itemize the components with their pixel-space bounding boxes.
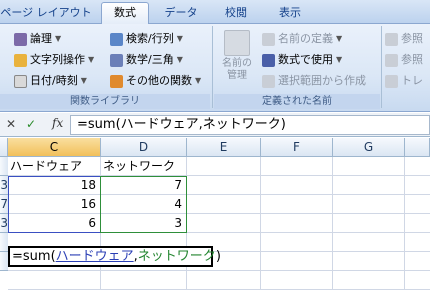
trace-precedents-button[interactable]: 参照	[385, 30, 423, 48]
formula-ref-hardware[interactable]: ハードウェア	[56, 249, 134, 264]
text-button[interactable]: 文字列操作 ▼	[14, 51, 94, 69]
gridline	[8, 270, 430, 271]
trace-precedents-label: 参照	[401, 32, 423, 45]
row-header[interactable]	[0, 157, 8, 176]
gridline	[404, 157, 405, 290]
group-divider	[212, 26, 213, 108]
lookup-label: 検索/行列	[126, 32, 174, 45]
tab-page-layout[interactable]: ページ レイアウト	[0, 4, 92, 24]
calendar-icon	[14, 74, 27, 88]
insert-function-icon[interactable]: fx	[52, 116, 63, 130]
range-highlight-network	[100, 176, 187, 233]
ribbon-tab-bar: ページ レイアウト 数式 データ 校閲 表示	[0, 0, 430, 25]
more-functions-label: その他の関数	[126, 74, 192, 87]
gridline	[260, 157, 261, 290]
lookup-reference-button[interactable]: 検索/行列 ▼	[110, 30, 183, 48]
date-time-label: 日付/時刻	[30, 74, 78, 87]
create-from-selection-button[interactable]: 選択範囲から作成	[262, 72, 366, 90]
row-header[interactable]: 3	[0, 214, 8, 233]
gridline	[332, 157, 333, 290]
trace-precedents-icon	[385, 32, 398, 46]
more-functions-button[interactable]: その他の関数 ▼	[110, 72, 201, 90]
remove-arrows-label: トレ	[401, 74, 423, 87]
column-header-c[interactable]: C	[8, 138, 101, 157]
use-in-formula-label: 数式で使用	[278, 53, 333, 66]
lookup-icon	[110, 32, 123, 46]
row-header[interactable]	[0, 252, 8, 271]
row-header[interactable]	[0, 233, 8, 252]
trace-dependents-icon	[385, 53, 398, 67]
use-in-formula-button[interactable]: 数式で使用 ▼	[262, 51, 342, 69]
name-manager-label: 名前の管理	[222, 58, 252, 81]
chevron-down-icon: ▼	[336, 55, 343, 64]
text-icon	[14, 53, 27, 67]
chevron-down-icon: ▼	[80, 76, 87, 85]
use-in-formula-icon	[262, 53, 275, 67]
book-icon	[14, 32, 27, 46]
cancel-icon[interactable]: ✕	[6, 117, 16, 131]
text-label: 文字列操作	[30, 53, 85, 66]
formula-ref-network[interactable]: ネットワーク	[138, 249, 216, 264]
cell-header-network[interactable]: ネットワーク	[103, 157, 187, 176]
tab-review[interactable]: 校閲	[212, 4, 260, 24]
remove-arrows-button[interactable]: トレ	[385, 72, 423, 90]
define-name-label: 名前の定義	[278, 32, 333, 45]
define-name-button[interactable]: 名前の定義 ▼	[262, 30, 342, 48]
chevron-down-icon: ▼	[88, 55, 95, 64]
ribbon-panel: 論理 ▼ 文字列操作 ▼ 日付/時刻 ▼ 検索/行列 ▼ 数学/三角 ▼ その他…	[0, 24, 430, 112]
logical-button[interactable]: 論理 ▼	[14, 30, 61, 48]
column-header-next[interactable]	[405, 138, 430, 157]
logical-label: 論理	[30, 32, 52, 45]
chevron-down-icon: ▼	[176, 34, 183, 43]
trace-dependents-label: 参照	[401, 53, 423, 66]
chevron-down-icon: ▼	[176, 55, 183, 64]
column-header-e[interactable]: E	[187, 138, 261, 157]
define-name-icon	[262, 32, 275, 46]
formula-prefix: =sum(	[12, 249, 56, 264]
enter-icon[interactable]: ✓	[26, 117, 36, 131]
function-library-group-label: 関数ライブラリ	[0, 94, 210, 109]
chevron-down-icon: ▼	[195, 76, 202, 85]
chevron-down-icon: ▼	[55, 34, 62, 43]
column-header-d[interactable]: D	[101, 138, 187, 157]
cell-header-hardware[interactable]: ハードウェア	[10, 157, 100, 176]
active-cell-editor[interactable]: =sum(ハードウェア,ネットワーク)	[8, 246, 221, 267]
range-highlight-hardware	[8, 176, 101, 233]
formula-input[interactable]: =sum(ハードウェア,ネットワーク)	[70, 115, 430, 135]
name-manager-button[interactable]: 名前の管理	[218, 28, 256, 90]
math-label: 数学/三角	[126, 53, 174, 66]
name-manager-icon	[224, 30, 250, 56]
column-header-g[interactable]: G	[333, 138, 405, 157]
tab-data[interactable]: データ	[157, 4, 205, 24]
row-header[interactable]: 7	[0, 195, 8, 214]
trace-dependents-button[interactable]: 参照	[385, 51, 423, 69]
column-header-f[interactable]: F	[261, 138, 333, 157]
tab-formulas[interactable]: 数式	[101, 2, 149, 25]
formula-suffix: )	[215, 249, 221, 264]
chevron-down-icon: ▼	[336, 34, 343, 43]
more-functions-icon	[110, 74, 123, 88]
formula-bar: ✕ ✓ fx =sum(ハードウェア,ネットワーク)	[0, 113, 430, 137]
create-from-selection-icon	[262, 74, 275, 88]
tab-view[interactable]: 表示	[266, 4, 314, 24]
math-trig-button[interactable]: 数学/三角 ▼	[110, 51, 183, 69]
math-icon	[110, 53, 123, 67]
defined-names-group-label: 定義された名前	[214, 94, 380, 109]
group-divider	[381, 26, 382, 108]
remove-arrows-icon	[385, 74, 398, 88]
corner-header	[0, 138, 8, 157]
create-from-selection-label: 選択範囲から作成	[278, 74, 366, 87]
row-header[interactable]: 3	[0, 176, 8, 195]
date-time-button[interactable]: 日付/時刻 ▼	[14, 72, 87, 90]
